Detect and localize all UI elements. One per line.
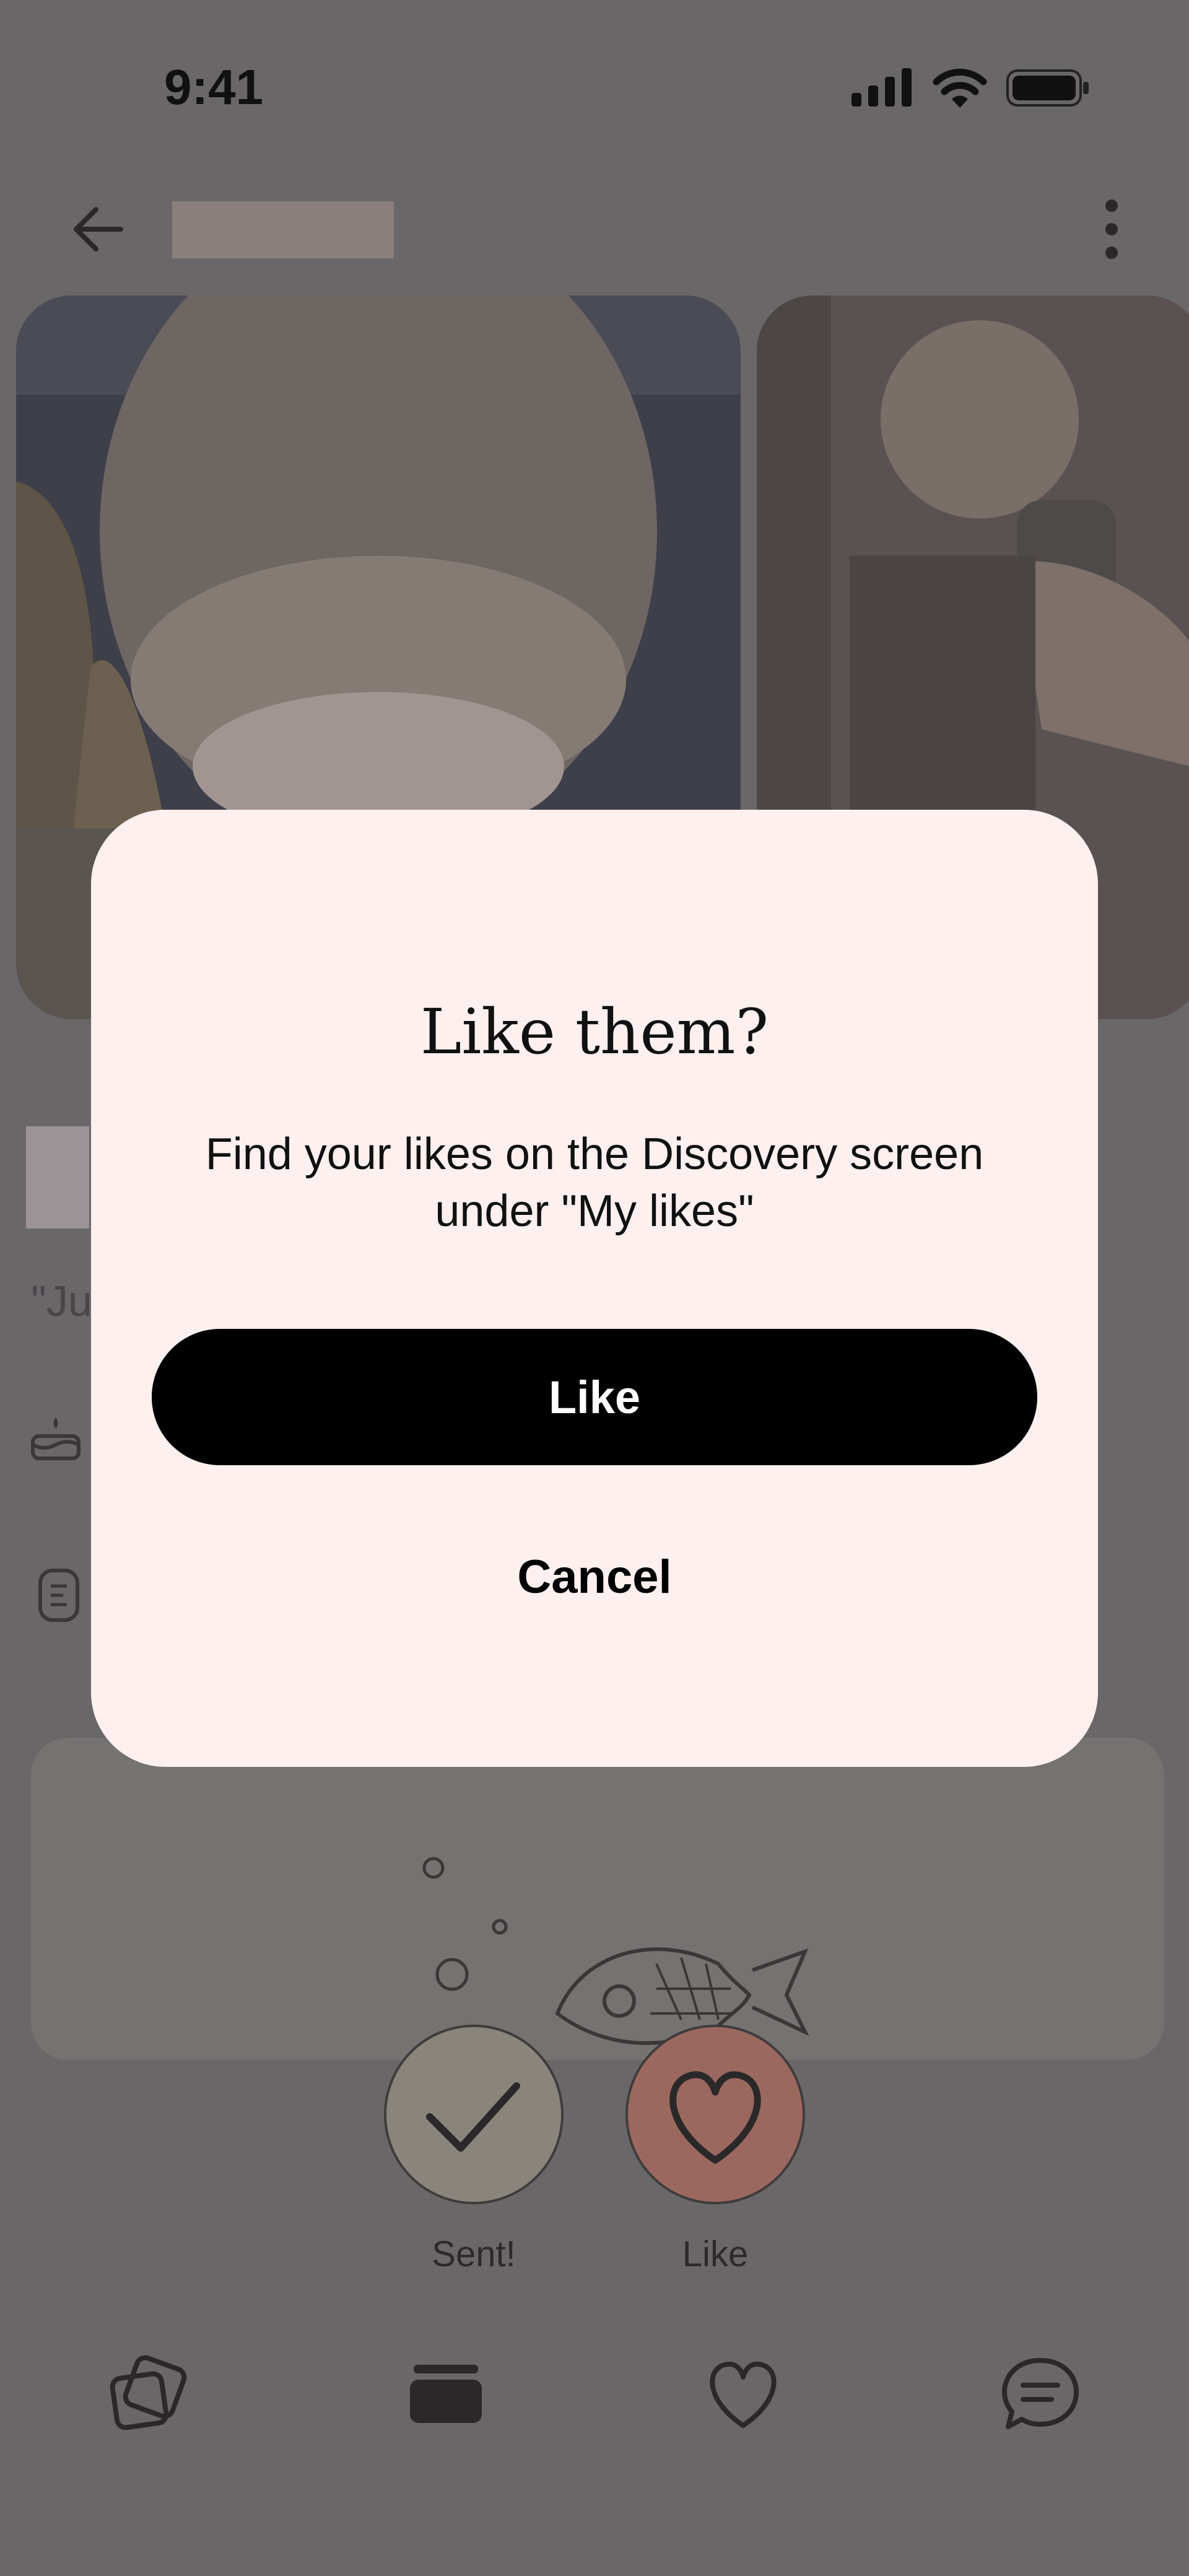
tab-discover[interactable] bbox=[102, 2351, 189, 2438]
more-options-icon[interactable] bbox=[1093, 198, 1130, 260]
tab-messages[interactable] bbox=[997, 2351, 1084, 2438]
dialog-title: Like them? bbox=[420, 996, 769, 1068]
heart-icon bbox=[669, 2071, 761, 2164]
tab-likes[interactable] bbox=[700, 2351, 786, 2438]
cellular-signal-icon bbox=[851, 68, 912, 107]
like-action-button[interactable] bbox=[625, 2025, 805, 2204]
wifi-icon bbox=[933, 68, 987, 108]
cancel-button[interactable]: Cancel bbox=[91, 1550, 1098, 1604]
like-dialog: Like them? Find your likes on the Discov… bbox=[91, 810, 1098, 1767]
like-label: Like bbox=[682, 2234, 749, 2274]
battery-icon bbox=[1006, 69, 1089, 107]
confirm-like-button[interactable]: Like bbox=[152, 1329, 1037, 1465]
back-arrow-icon[interactable] bbox=[68, 198, 130, 260]
stack-icon bbox=[410, 2365, 482, 2423]
checkmark-icon bbox=[426, 2082, 520, 2152]
cards-icon bbox=[110, 2355, 187, 2430]
chat-icon bbox=[1002, 2358, 1079, 2429]
heart-icon bbox=[710, 2361, 777, 2428]
tab-standouts[interactable] bbox=[403, 2351, 489, 2438]
bio-image-placeholder bbox=[26, 1126, 89, 1229]
sent-label: Sent! bbox=[432, 2234, 516, 2274]
dialog-message: Find your likes on the Discovery screen … bbox=[205, 1129, 984, 1236]
profile-name-placeholder bbox=[172, 201, 394, 258]
sent-button[interactable] bbox=[384, 2025, 564, 2204]
quote-text: "Ju bbox=[31, 1277, 92, 1325]
education-icon bbox=[38, 1569, 79, 1622]
birthday-cake-icon bbox=[31, 1417, 81, 1460]
status-time: 9:41 bbox=[164, 59, 264, 115]
